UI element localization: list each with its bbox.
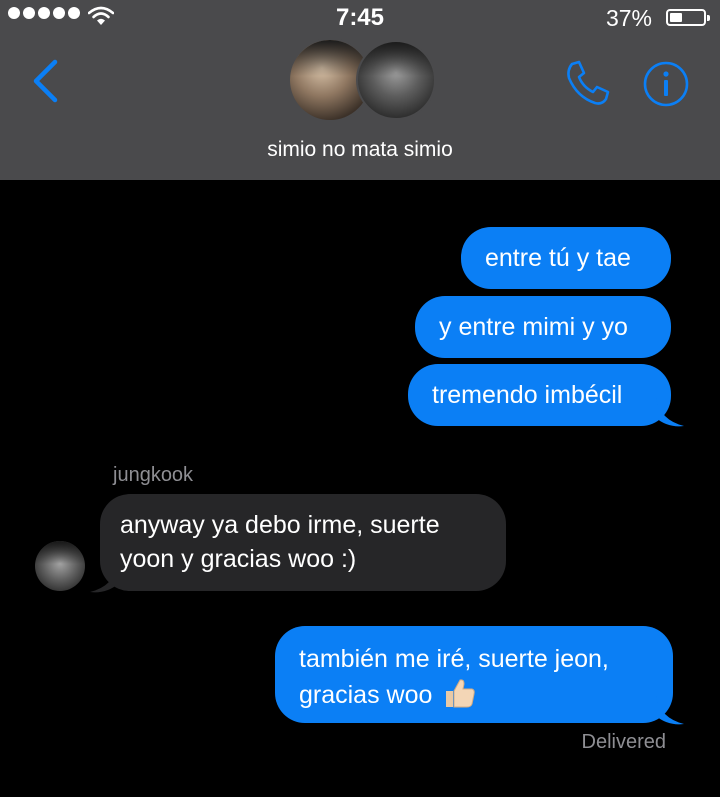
message-line: también me iré, suerte jeon, — [299, 645, 609, 673]
info-icon[interactable] — [642, 60, 690, 108]
bubble-tail — [90, 564, 118, 593]
message-bubble-outgoing[interactable]: también me iré, suerte jeon, gracias woo — [275, 626, 673, 723]
chevron-left-icon[interactable] — [28, 58, 62, 104]
message-bubble-outgoing[interactable]: y entre mimi y yo — [415, 296, 671, 358]
bubble-tail — [656, 398, 684, 427]
message-bubble-incoming[interactable]: anyway ya debo irme, suerte yoon y graci… — [100, 494, 506, 591]
sender-name: jungkook — [113, 464, 194, 486]
battery-icon — [666, 9, 710, 26]
status-bar: 7:45 37% — [0, 0, 720, 34]
phone-icon[interactable] — [562, 58, 614, 110]
avatar[interactable] — [35, 541, 85, 591]
message-bubble-outgoing[interactable]: tremendo imbécil — [408, 364, 671, 426]
message-text: gracias woo — [299, 681, 433, 709]
delivery-status: Delivered — [581, 731, 666, 753]
message-line: yoon y gracias woo :) — [120, 545, 357, 573]
battery-percentage: 37% — [605, 5, 652, 31]
conversation-header: 7:45 37% simio no mata simio — [0, 0, 720, 180]
group-avatars[interactable] — [288, 38, 436, 122]
group-name[interactable]: simio no mata simio — [0, 138, 720, 162]
message-line: anyway ya debo irme, suerte — [120, 511, 440, 539]
message-line: gracias woo — [299, 676, 649, 712]
bubble-tail — [656, 696, 684, 725]
avatar — [356, 40, 436, 120]
thumbs-up-emoji-icon — [446, 679, 476, 708]
message-bubble-outgoing[interactable]: entre tú y tae — [461, 227, 671, 289]
